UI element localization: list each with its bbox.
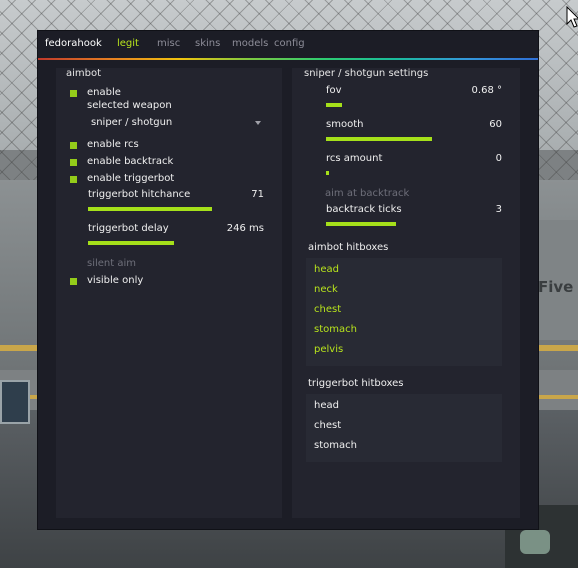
selected-weapon-label: selected weapon [87, 100, 172, 111]
tab-legit[interactable]: legit [117, 38, 139, 49]
visible-only-checkbox[interactable]: visible only [70, 275, 300, 289]
slider-fill [326, 103, 342, 107]
silent-aim-label[interactable]: silent aim [87, 258, 136, 269]
triggerbot-hitboxes-list: head chest stomach [306, 394, 502, 462]
enable-triggerbot-label: enable triggerbot [87, 173, 175, 184]
fov-value: 0.68 ° [471, 85, 502, 96]
fov-slider[interactable] [326, 103, 502, 107]
hitbox-item-stomach[interactable]: stomach [314, 324, 357, 335]
rainbow-accent-bar [38, 58, 538, 60]
enable-backtrack-checkbox[interactable]: enable backtrack [70, 156, 300, 170]
tab-models[interactable]: models [232, 38, 268, 49]
slider-fill [88, 241, 174, 245]
checkbox-box [70, 159, 77, 166]
hitchance-slider[interactable] [88, 207, 263, 211]
enable-checkbox[interactable]: enable [70, 87, 300, 101]
backtrack-ticks-slider[interactable] [326, 222, 502, 226]
hitchance-value: 71 [251, 189, 264, 200]
tab-misc[interactable]: misc [157, 38, 180, 49]
visible-only-label: visible only [87, 275, 144, 286]
rcs-amount-label: rcs amount [326, 153, 383, 164]
weapon-viewmodel-grip [520, 530, 550, 554]
blue-crate [0, 380, 30, 424]
weapon-settings-panel: sniper / shotgun settings fov 0.68 ° smo… [292, 68, 520, 518]
checkbox-box [70, 142, 77, 149]
smooth-slider[interactable] [326, 137, 502, 141]
brand-label: fedorahook [45, 38, 102, 49]
delay-value: 246 ms [226, 223, 264, 234]
enable-triggerbot-checkbox[interactable]: enable triggerbot [70, 173, 300, 187]
cheat-menu-window: fedorahook legit misc skins models confi… [38, 31, 538, 529]
weapon-settings-title: sniper / shotgun settings [304, 68, 429, 79]
checkbox-box [70, 278, 77, 285]
hitbox-item-neck[interactable]: neck [314, 284, 338, 295]
hitbox-item-head[interactable]: head [314, 264, 339, 275]
aim-at-backtrack-label[interactable]: aim at backtrack [325, 188, 409, 199]
hitbox-item-pelvis[interactable]: pelvis [314, 344, 343, 355]
trigger-hitbox-item-stomach[interactable]: stomach [314, 440, 357, 451]
triggerbot-hitboxes-title: triggerbot hitboxes [308, 378, 404, 389]
weapon-select-dropdown[interactable]: sniper / shotgun [87, 115, 265, 131]
fov-label: fov [326, 85, 342, 96]
smooth-label: smooth [326, 119, 364, 130]
backtrack-ticks-label: backtrack ticks [326, 204, 402, 215]
slider-fill [326, 222, 397, 226]
enable-backtrack-label: enable backtrack [87, 156, 174, 167]
delay-label: triggerbot delay [88, 223, 169, 234]
weapon-select-value: sniper / shotgun [91, 117, 173, 128]
aimbot-hitboxes-list: head neck chest stomach pelvis [306, 258, 502, 366]
mouse-cursor-icon [566, 6, 578, 28]
delay-slider[interactable] [88, 241, 263, 245]
rcs-amount-slider[interactable] [326, 171, 502, 175]
rcs-amount-value: 0 [495, 153, 502, 164]
wall-sign-text: Five [538, 278, 574, 296]
enable-label: enable [87, 87, 121, 98]
slider-fill [326, 137, 432, 141]
enable-rcs-label: enable rcs [87, 139, 139, 150]
aimbot-panel-title: aimbot [66, 68, 102, 79]
tab-config[interactable]: config [274, 38, 305, 49]
aimbot-panel: aimbot enable selected weapon sniper / s… [56, 68, 282, 518]
hitchance-label: triggerbot hitchance [88, 189, 191, 200]
slider-fill [326, 171, 329, 175]
enable-rcs-checkbox[interactable]: enable rcs [70, 139, 300, 153]
tab-skins[interactable]: skins [195, 38, 220, 49]
checkbox-box [70, 90, 77, 97]
checkbox-box [70, 176, 77, 183]
backtrack-ticks-value: 3 [495, 204, 502, 215]
slider-fill [88, 207, 213, 211]
trigger-hitbox-item-head[interactable]: head [314, 400, 339, 411]
chevron-down-icon [255, 121, 261, 125]
hitbox-item-chest[interactable]: chest [314, 304, 341, 315]
smooth-value: 60 [489, 119, 502, 130]
trigger-hitbox-item-chest[interactable]: chest [314, 420, 341, 431]
aimbot-hitboxes-title: aimbot hitboxes [308, 242, 389, 253]
menu-titlebar[interactable]: fedorahook legit misc skins models confi… [38, 31, 538, 58]
